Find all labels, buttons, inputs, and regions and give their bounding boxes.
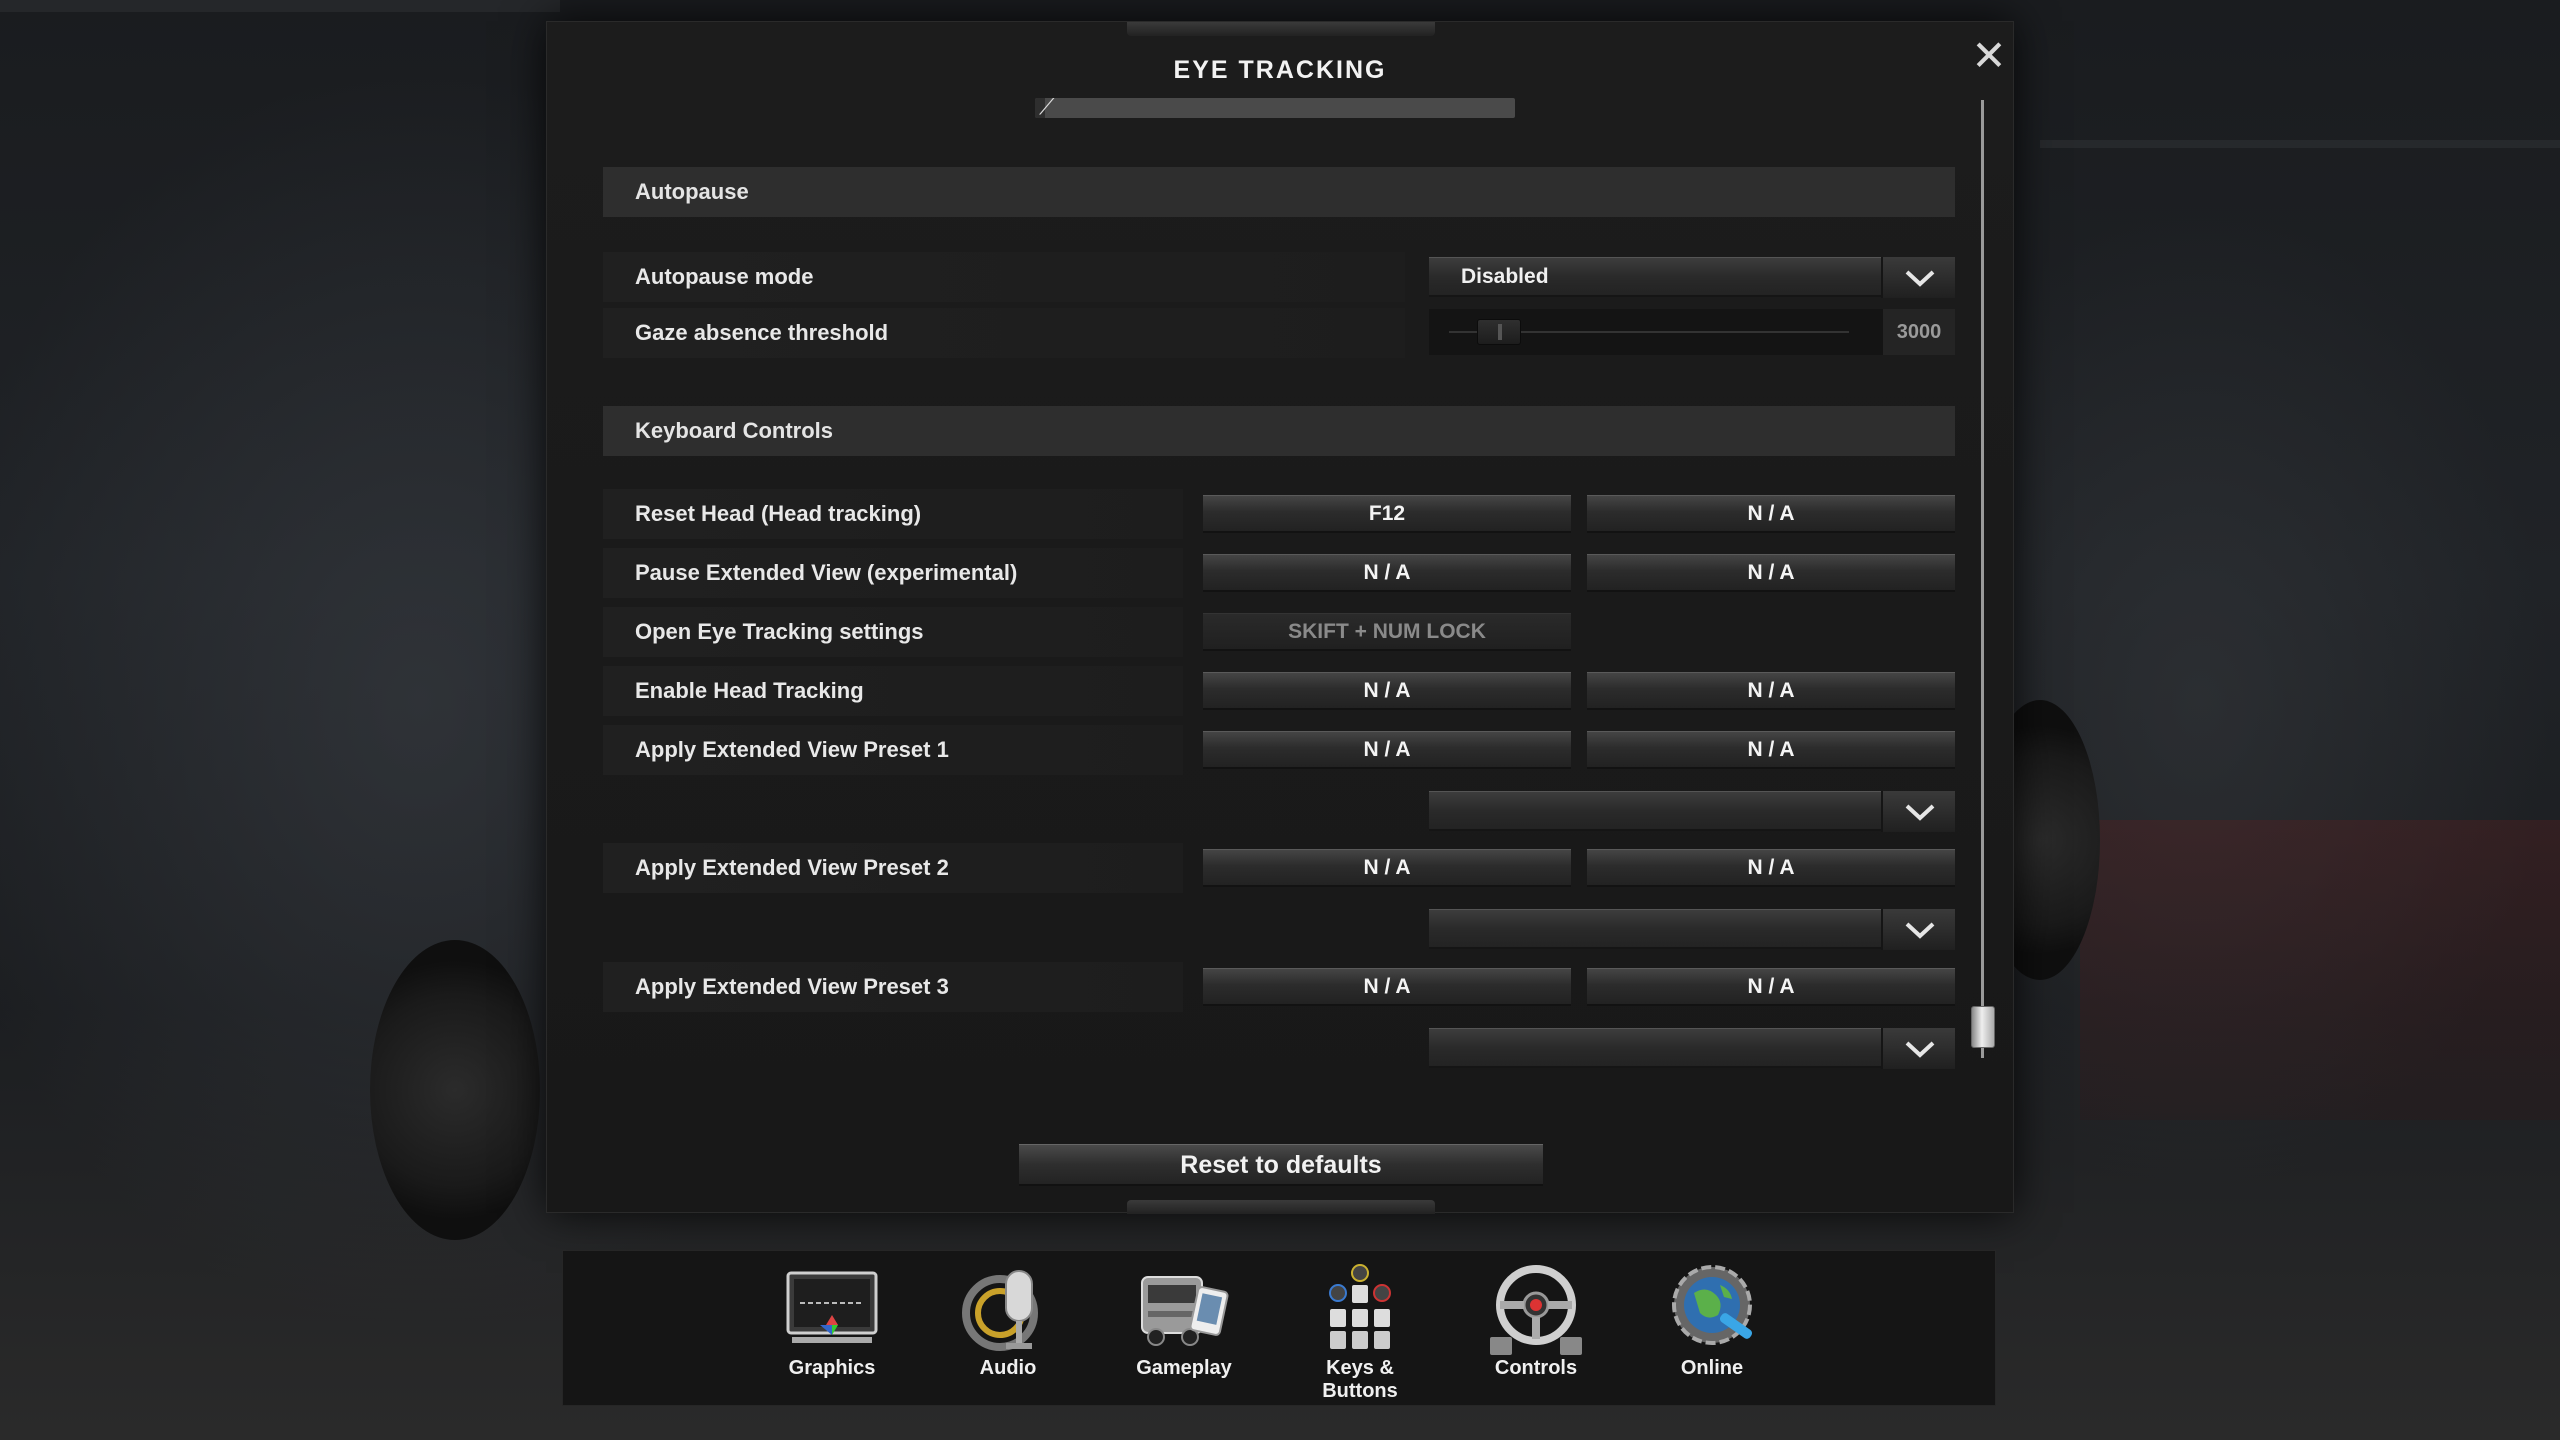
key-binding-secondary[interactable]: N / A (1587, 968, 1955, 1006)
truck-icon (1134, 1263, 1234, 1359)
key-binding-primary[interactable]: N / A (1203, 672, 1571, 710)
gaze-threshold-label: Gaze absence threshold (603, 308, 1405, 358)
autopause-mode-dropdown[interactable]: Disabled (1429, 257, 1955, 298)
monitor-icon (782, 1263, 882, 1359)
check-icon: ⟋ (1039, 98, 1055, 118)
control-label-preset-3: Apply Extended View Preset 3 (603, 962, 1183, 1012)
preset-3-dropdown[interactable] (1429, 1028, 1955, 1069)
globe-gear-icon (1662, 1263, 1762, 1359)
control-label-enable-head-tracking: Enable Head Tracking (603, 666, 1183, 716)
key-binding-primary[interactable]: N / A (1203, 968, 1571, 1006)
nav-gameplay[interactable]: Gameplay (1114, 1251, 1254, 1407)
preset-2-dropdown[interactable] (1429, 909, 1955, 950)
key-binding-secondary[interactable]: N / A (1587, 495, 1955, 533)
steering-wheel-icon (1486, 1263, 1586, 1359)
slider-thumb[interactable] (1477, 319, 1521, 345)
autopause-mode-value: Disabled (1461, 265, 1549, 288)
key-binding-secondary[interactable]: N / A (1587, 731, 1955, 769)
keys-buttons-icon (1310, 1263, 1410, 1359)
section-header-autopause: Autopause (603, 167, 1955, 217)
chevron-down-icon[interactable] (1881, 1028, 1955, 1069)
settings-category-bar: Graphics Audio Gameplay Keys & Buttons C… (562, 1250, 1996, 1406)
top-progress-bar: ⟋ (1035, 98, 1515, 118)
bg-red-wall (2080, 820, 2560, 1120)
preset-1-dropdown[interactable] (1429, 791, 1955, 832)
scrollbar-thumb[interactable] (1971, 1006, 1995, 1048)
autopause-mode-label: Autopause mode (603, 252, 1405, 302)
key-binding-secondary[interactable]: N / A (1587, 554, 1955, 592)
eye-tracking-dialog: EYE TRACKING ✕ ⟋ Autopause Autopause mod… (546, 21, 2014, 1214)
nav-label-controls: Controls (1494, 1357, 1578, 1379)
key-binding-primary[interactable]: N / A (1203, 731, 1571, 769)
key-binding-primary[interactable]: N / A (1203, 849, 1571, 887)
bg-beam (0, 0, 560, 12)
dialog-bottom-notch (1127, 1200, 1435, 1214)
control-label-pause-extended-view: Pause Extended View (experimental) (603, 548, 1183, 598)
nav-audio[interactable]: Audio (938, 1251, 1078, 1407)
control-label-reset-head: Reset Head (Head tracking) (603, 489, 1183, 539)
control-label-preset-1: Apply Extended View Preset 1 (603, 725, 1183, 775)
dialog-title: EYE TRACKING (1173, 56, 1387, 84)
nav-label-graphics: Graphics (788, 1357, 876, 1379)
dialog-top-notch (1127, 22, 1435, 36)
control-label-open-eye-tracking: Open Eye Tracking settings (603, 607, 1183, 657)
scrollbar-track[interactable] (1981, 100, 1984, 1058)
key-binding-secondary[interactable]: N / A (1587, 672, 1955, 710)
nav-label-gameplay: Gameplay (1136, 1357, 1232, 1379)
key-binding-secondary[interactable]: N / A (1587, 849, 1955, 887)
bg-beam (2040, 140, 2560, 148)
chevron-down-icon[interactable] (1881, 257, 1955, 298)
gaze-threshold-value: 3000 (1883, 309, 1955, 355)
nav-keys-buttons[interactable]: Keys & Buttons (1290, 1251, 1430, 1407)
nav-label-keys-buttons: Keys & Buttons (1322, 1357, 1398, 1402)
key-binding-primary[interactable]: N / A (1203, 554, 1571, 592)
chevron-down-icon[interactable] (1881, 791, 1955, 832)
close-icon[interactable]: ✕ (1967, 34, 2011, 78)
bg-truck-wheel (370, 940, 540, 1240)
microphone-icon (958, 1263, 1058, 1359)
gaze-threshold-slider[interactable]: 3000 (1429, 309, 1955, 355)
nav-label-audio: Audio (979, 1357, 1037, 1379)
control-label-preset-2: Apply Extended View Preset 2 (603, 843, 1183, 893)
nav-online[interactable]: Online (1642, 1251, 1782, 1407)
reset-to-defaults-button[interactable]: Reset to defaults (1019, 1144, 1543, 1186)
nav-graphics[interactable]: Graphics (762, 1251, 902, 1407)
key-binding-primary[interactable]: F12 (1203, 495, 1571, 533)
section-header-keyboard-controls: Keyboard Controls (603, 406, 1955, 456)
nav-label-online: Online (1680, 1357, 1744, 1379)
chevron-down-icon[interactable] (1881, 909, 1955, 950)
key-binding-primary-disabled: SKIFT + NUM LOCK (1203, 613, 1571, 651)
nav-controls[interactable]: Controls (1466, 1251, 1606, 1407)
